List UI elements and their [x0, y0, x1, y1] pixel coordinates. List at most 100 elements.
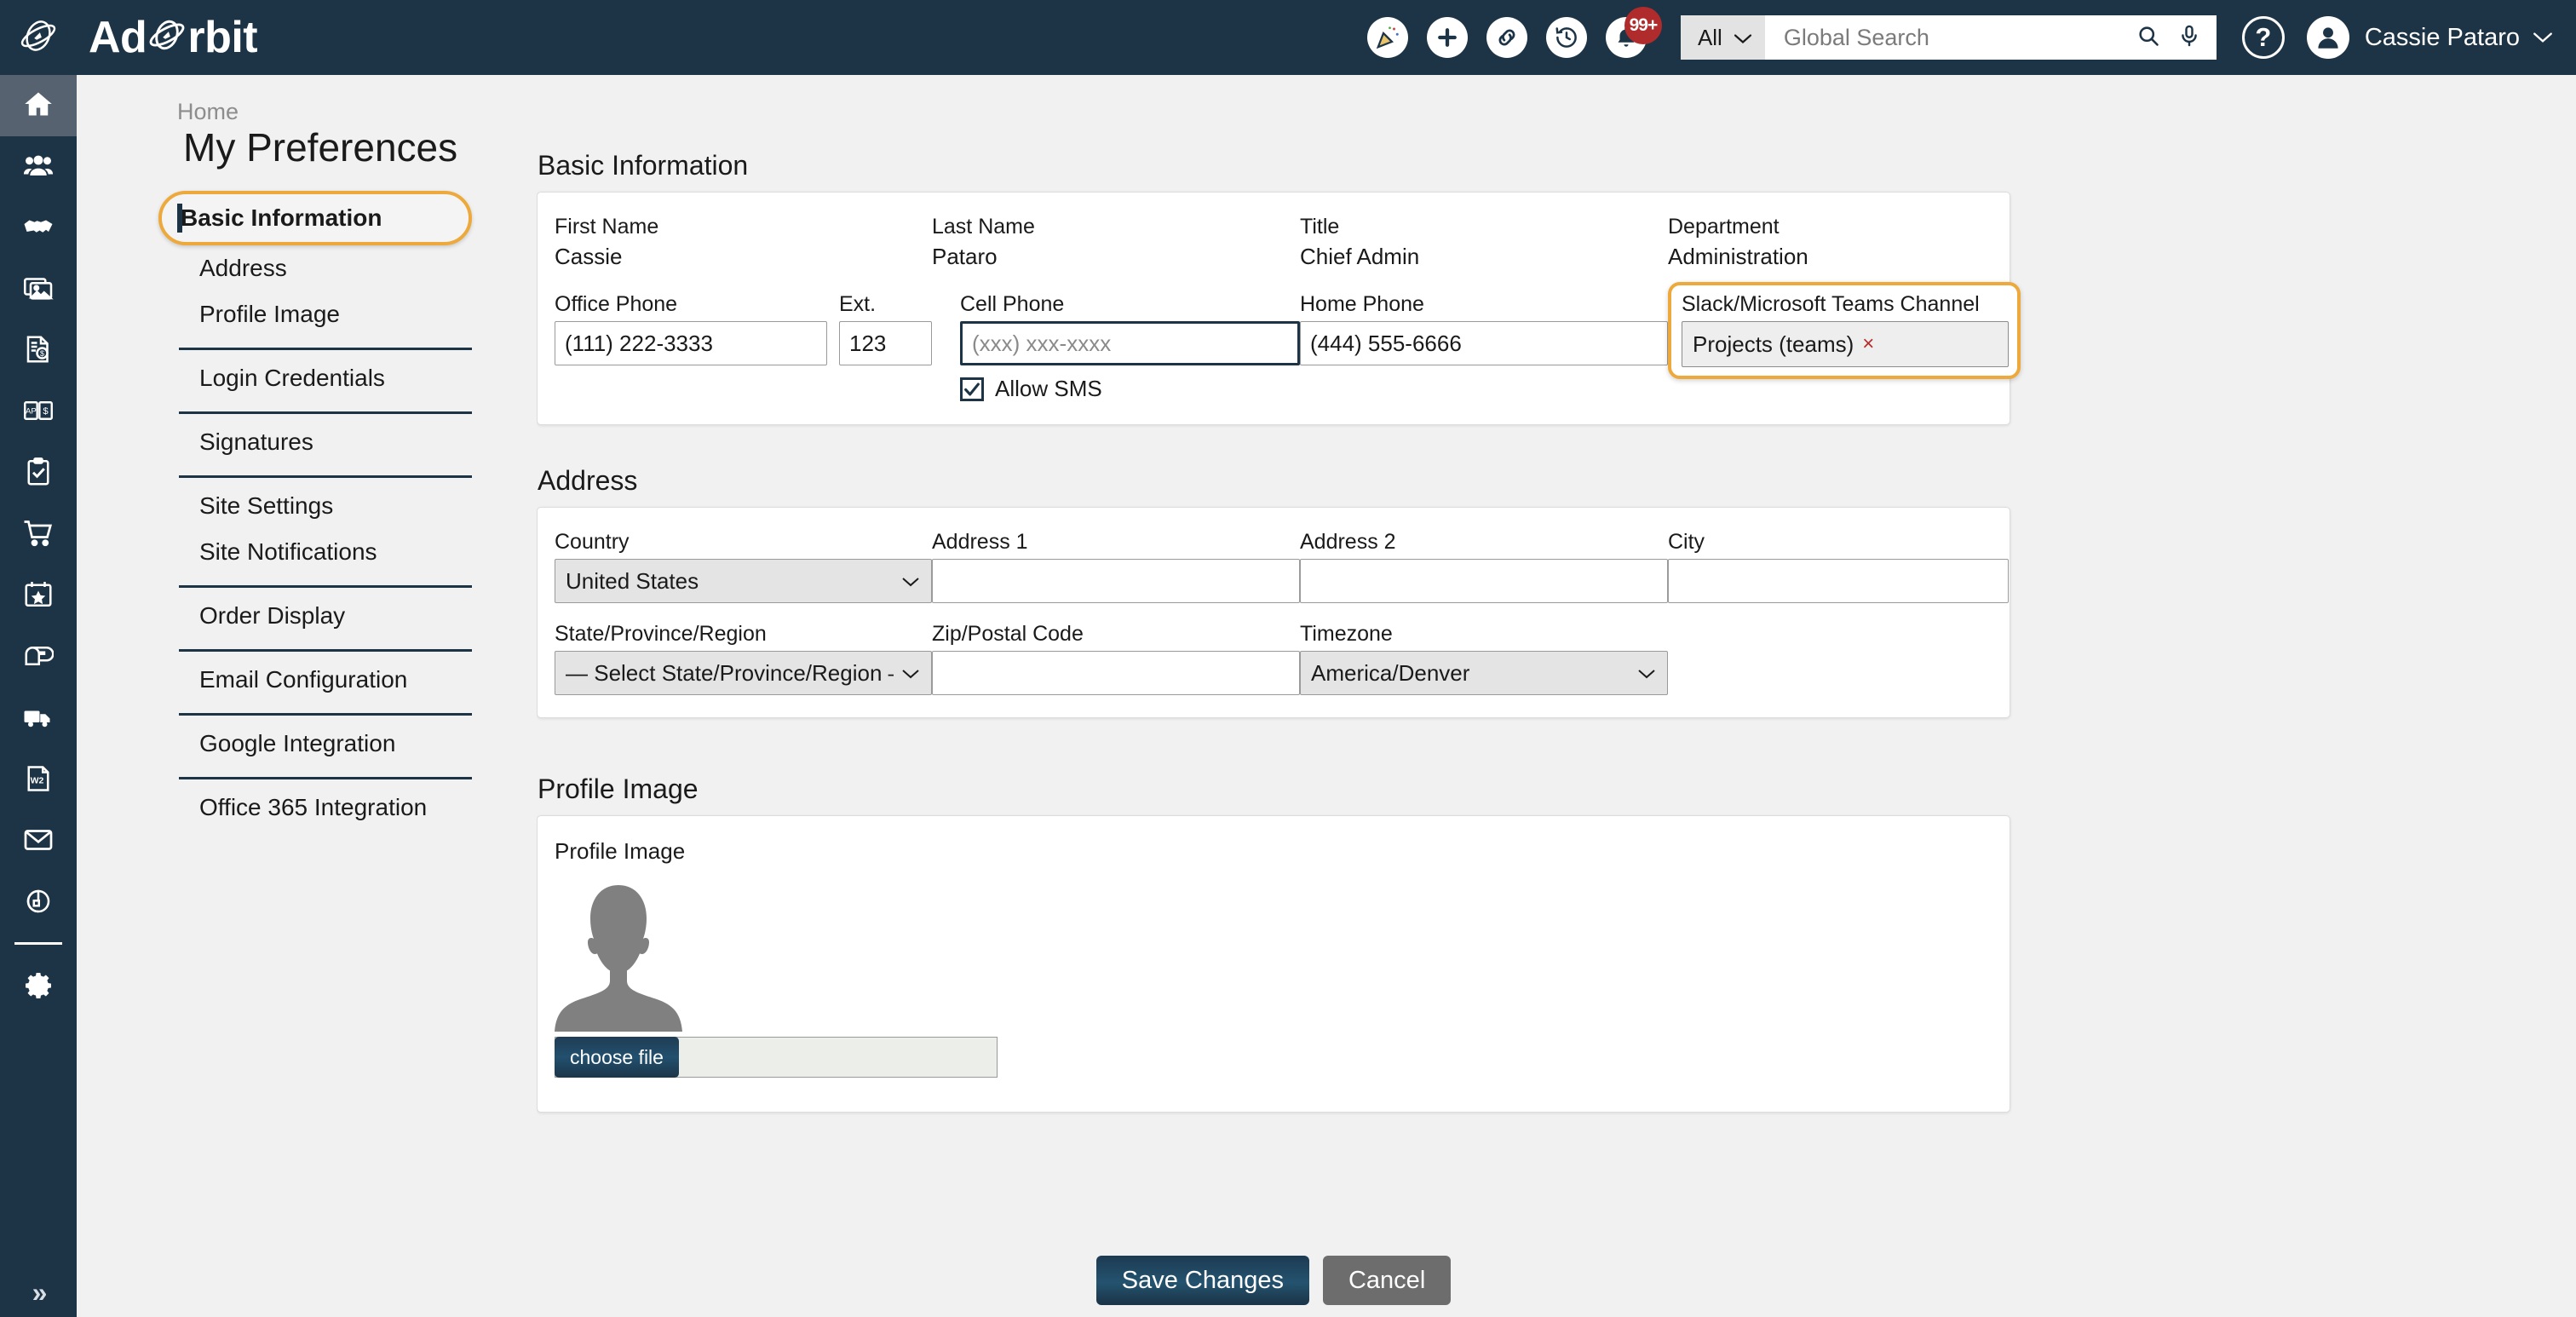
- zip-input[interactable]: [932, 651, 1300, 695]
- section-title-profile-image: Profile Image: [538, 774, 2010, 805]
- sidebar-item-tasks[interactable]: [0, 443, 77, 504]
- cell-phone-input[interactable]: (xxx) xxx-xxxx: [960, 321, 1300, 365]
- field-address2: Address 2: [1300, 530, 1668, 603]
- label-cell-phone: Cell Phone: [960, 292, 1300, 317]
- address1-input[interactable]: [932, 559, 1300, 603]
- sidebar-item-reports[interactable]: [0, 872, 77, 934]
- history-clock-icon[interactable]: [1546, 17, 1587, 58]
- sidebar-item-accounts-payable[interactable]: AP $: [0, 382, 77, 443]
- timezone-select[interactable]: America/Denver: [1300, 651, 1668, 695]
- teams-channel-input[interactable]: Projects (teams) ×: [1682, 321, 2009, 367]
- nav-item-address[interactable]: Address: [179, 245, 472, 291]
- calendar-star-icon: [23, 579, 54, 614]
- value-first-name: Cassie: [555, 244, 932, 270]
- label-office-phone: Office Phone: [555, 292, 827, 317]
- profile-image-section: Profile Image Profile Image choose file: [537, 774, 2010, 1113]
- chevron-down-icon[interactable]: [2532, 30, 2554, 45]
- default-avatar-silhouette: [555, 878, 1991, 1032]
- main-content: Basic Information First Name Cassie Last…: [537, 75, 2576, 1317]
- field-timezone: Timezone America/Denver: [1300, 622, 1668, 695]
- preferences-nav-list: Basic Information Address Profile Image …: [179, 191, 472, 831]
- sidebar-item-billing[interactable]: $: [0, 320, 77, 382]
- nav-item-profile-image[interactable]: Profile Image: [179, 291, 472, 337]
- plus-icon[interactable]: [1427, 17, 1468, 58]
- sidebar-item-contacts[interactable]: [0, 136, 77, 198]
- search-scope-dropdown[interactable]: All: [1681, 15, 1765, 60]
- sidebar-item-settings[interactable]: [0, 957, 77, 1018]
- label-title: Title: [1300, 215, 1668, 239]
- sidebar-item-events[interactable]: [0, 566, 77, 627]
- bell-icon[interactable]: 99+: [1606, 17, 1647, 58]
- nav-item-basic-information[interactable]: Basic Information: [158, 191, 472, 245]
- truck-icon: [23, 702, 54, 737]
- shopping-cart-icon: [23, 518, 54, 553]
- allow-sms-row[interactable]: Allow SMS: [960, 376, 1300, 402]
- nav-item-login-credentials[interactable]: Login Credentials: [179, 355, 472, 401]
- nav-item-email-configuration[interactable]: Email Configuration: [179, 657, 472, 703]
- sidebar-item-orders[interactable]: [0, 504, 77, 566]
- home-phone-input[interactable]: (444) 555-6666: [1300, 321, 1668, 365]
- label-profile-image: Profile Image: [555, 838, 1991, 865]
- office-phone-input[interactable]: (111) 222-3333: [555, 321, 827, 365]
- nav-divider: [179, 649, 472, 652]
- section-title-basic-information: Basic Information: [538, 150, 2010, 181]
- sidebar-item-sales[interactable]: [0, 198, 77, 259]
- address-section: Address Country United States Address 1: [537, 465, 2010, 718]
- basic-information-card: First Name Cassie Last Name Pataro Title…: [537, 192, 2010, 425]
- link-icon[interactable]: [1486, 17, 1527, 58]
- nav-item-google-integration[interactable]: Google Integration: [179, 721, 472, 767]
- sidebar-item-messages[interactable]: [0, 811, 77, 872]
- user-avatar-icon[interactable]: [2307, 16, 2349, 59]
- field-first-name: First Name Cassie: [555, 215, 932, 273]
- field-home-phone: Home Phone (444) 555-6666: [1300, 292, 1668, 402]
- cancel-button[interactable]: Cancel: [1323, 1256, 1451, 1305]
- city-input[interactable]: [1668, 559, 2009, 603]
- nav-item-order-display[interactable]: Order Display: [179, 593, 472, 639]
- label-address2: Address 2: [1300, 530, 1668, 555]
- nav-divider: [179, 411, 472, 414]
- app-logo[interactable]: [0, 0, 77, 75]
- orbit-planet-icon: [19, 16, 58, 60]
- state-select[interactable]: — Select State/Province/Region —: [555, 651, 932, 695]
- search-input-wrapper[interactable]: Global Search: [1765, 15, 2217, 60]
- field-teams-channel: Slack/Microsoft Teams Channel Projects (…: [1668, 292, 2009, 402]
- accounts-payable-icon: AP $: [23, 395, 54, 430]
- breadcrumb[interactable]: Home: [177, 99, 239, 125]
- nav-item-office-365-integration[interactable]: Office 365 Integration: [179, 785, 472, 831]
- nav-item-site-settings[interactable]: Site Settings: [179, 483, 472, 529]
- envelope-icon: [23, 825, 54, 860]
- profile-image-file-input[interactable]: choose file: [555, 1037, 998, 1078]
- field-office-phone: Office Phone (111) 222-3333: [555, 292, 827, 402]
- search-input[interactable]: Global Search: [1784, 25, 2136, 51]
- save-changes-button[interactable]: Save Changes: [1096, 1256, 1309, 1305]
- party-popper-icon[interactable]: [1367, 17, 1408, 58]
- field-title: Title Chief Admin: [1300, 215, 1668, 273]
- remove-tag-icon[interactable]: ×: [1862, 332, 1874, 356]
- label-address1: Address 1: [932, 530, 1300, 555]
- sidebar-item-mail[interactable]: [0, 627, 77, 688]
- sidebar-item-home[interactable]: [0, 75, 77, 136]
- allow-sms-checkbox[interactable]: [960, 377, 984, 401]
- country-select[interactable]: United States: [555, 559, 932, 603]
- handshake-icon: [23, 211, 54, 246]
- sidebar-item-distribution[interactable]: [0, 688, 77, 750]
- label-state: State/Province/Region: [555, 622, 932, 647]
- top-header-bar: Ad rbit: [0, 0, 2576, 75]
- choose-file-button[interactable]: choose file: [555, 1037, 679, 1078]
- sidebar-item-media[interactable]: [0, 259, 77, 320]
- help-icon[interactable]: ?: [2242, 16, 2285, 59]
- timezone-value: America/Denver: [1311, 660, 1630, 687]
- nav-item-signatures[interactable]: Signatures: [179, 419, 472, 465]
- sidebar-expand-button[interactable]: »: [32, 1277, 45, 1317]
- nav-item-site-notifications[interactable]: Site Notifications: [179, 529, 472, 575]
- cell-phone-placeholder: (xxx) xxx-xxxx: [972, 331, 1111, 357]
- magnifier-icon[interactable]: [2136, 24, 2160, 52]
- sidebar-item-payroll[interactable]: W2: [0, 750, 77, 811]
- ext-input[interactable]: 123: [839, 321, 932, 365]
- search-scope-label: All: [1698, 25, 1722, 51]
- address-row-2: State/Province/Region — Select State/Pro…: [555, 622, 1991, 695]
- address2-input[interactable]: [1300, 559, 1668, 603]
- notification-badge: 99+: [1624, 7, 1662, 44]
- microphone-icon[interactable]: [2177, 24, 2201, 52]
- user-name-label[interactable]: Cassie Pataro: [2365, 24, 2520, 52]
